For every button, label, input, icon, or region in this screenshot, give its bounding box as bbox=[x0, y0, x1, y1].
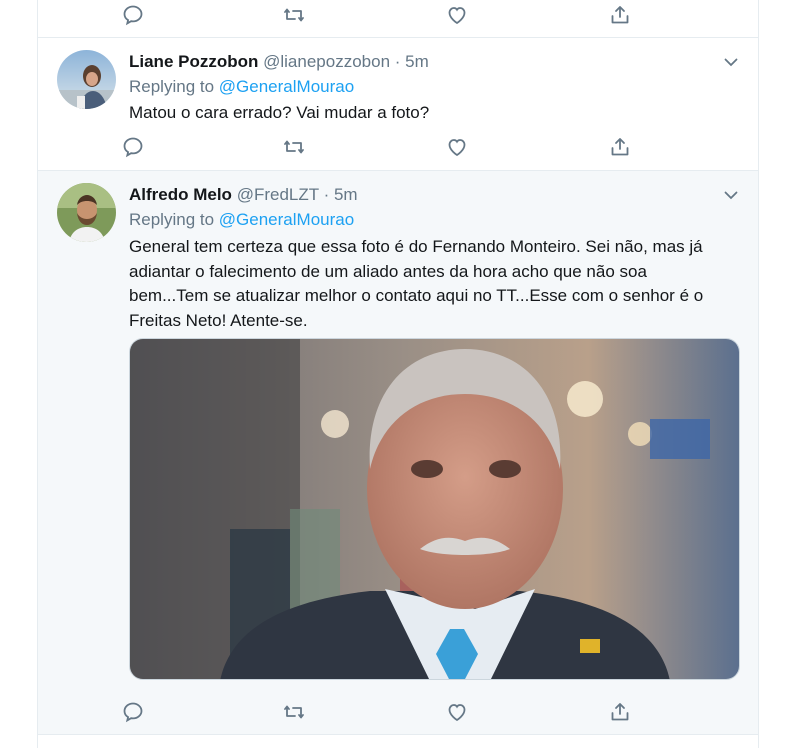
tweet-photo[interactable] bbox=[129, 338, 740, 680]
tweet-actions bbox=[123, 3, 649, 27]
replying-to: Replying to @GeneralMourao bbox=[129, 209, 354, 231]
tweet-header: Liane Pozzobon @lianepozzobon · 5m bbox=[129, 51, 429, 73]
reply-icon[interactable] bbox=[121, 700, 145, 724]
replying-to: Replying to @GeneralMourao bbox=[129, 76, 354, 98]
retweet-icon[interactable] bbox=[282, 3, 306, 27]
avatar[interactable] bbox=[57, 183, 116, 242]
like-icon[interactable] bbox=[445, 700, 469, 724]
retweet-icon[interactable] bbox=[282, 135, 306, 159]
chevron-down-icon[interactable] bbox=[723, 54, 739, 70]
replying-to-label: Replying to bbox=[129, 77, 215, 96]
timestamp[interactable]: 5m bbox=[334, 185, 358, 204]
tweet-text-line: General tem certeza que essa foto é do F… bbox=[129, 237, 703, 256]
like-icon[interactable] bbox=[445, 135, 469, 159]
chevron-down-icon[interactable] bbox=[723, 187, 739, 203]
author-handle[interactable]: @lianepozzobon bbox=[263, 52, 390, 71]
reply-icon[interactable] bbox=[121, 135, 145, 159]
separator-dot: · bbox=[323, 185, 330, 204]
tweet-actions bbox=[123, 700, 649, 724]
tweet-actions bbox=[123, 135, 649, 159]
like-icon[interactable] bbox=[445, 3, 469, 27]
mention-link[interactable]: @GeneralMourao bbox=[219, 77, 354, 96]
author-handle[interactable]: @FredLZT bbox=[237, 185, 319, 204]
author-name[interactable]: Liane Pozzobon bbox=[129, 52, 258, 71]
tweet-header: Alfredo Melo @FredLZT · 5m bbox=[129, 184, 358, 206]
share-icon[interactable] bbox=[608, 700, 632, 724]
timestamp[interactable]: 5m bbox=[405, 52, 429, 71]
separator-dot: · bbox=[394, 52, 401, 71]
tweet-text: Matou o cara errado? Vai mudar a foto? bbox=[129, 103, 430, 122]
page-gutter bbox=[758, 0, 801, 748]
retweet-icon[interactable] bbox=[282, 700, 306, 724]
author-name[interactable]: Alfredo Melo bbox=[129, 185, 232, 204]
share-icon[interactable] bbox=[608, 135, 632, 159]
mention-link[interactable]: @GeneralMourao bbox=[219, 210, 354, 229]
timeline: Liane Pozzobon @lianepozzobon · 5m Reply… bbox=[37, 0, 759, 748]
tweet[interactable]: Alfredo Melo @FredLZT · 5m Replying to @… bbox=[38, 171, 759, 735]
tweet-text-line: Freitas Neto! Atente-se. bbox=[129, 310, 308, 330]
reply-icon[interactable] bbox=[121, 3, 145, 27]
tweet-text: General tem certeza que essa foto é do F… bbox=[129, 235, 739, 333]
tweet-partial[interactable] bbox=[38, 0, 759, 38]
tweet-text-line: adiantar o falecimento de um aliado ante… bbox=[129, 261, 647, 281]
replying-to-label: Replying to bbox=[129, 210, 215, 229]
avatar[interactable] bbox=[57, 50, 116, 109]
tweet-text-line: bem...Tem se atualizar melhor o contato … bbox=[129, 286, 704, 305]
share-icon[interactable] bbox=[608, 3, 632, 27]
tweet[interactable]: Liane Pozzobon @lianepozzobon · 5m Reply… bbox=[38, 38, 759, 171]
